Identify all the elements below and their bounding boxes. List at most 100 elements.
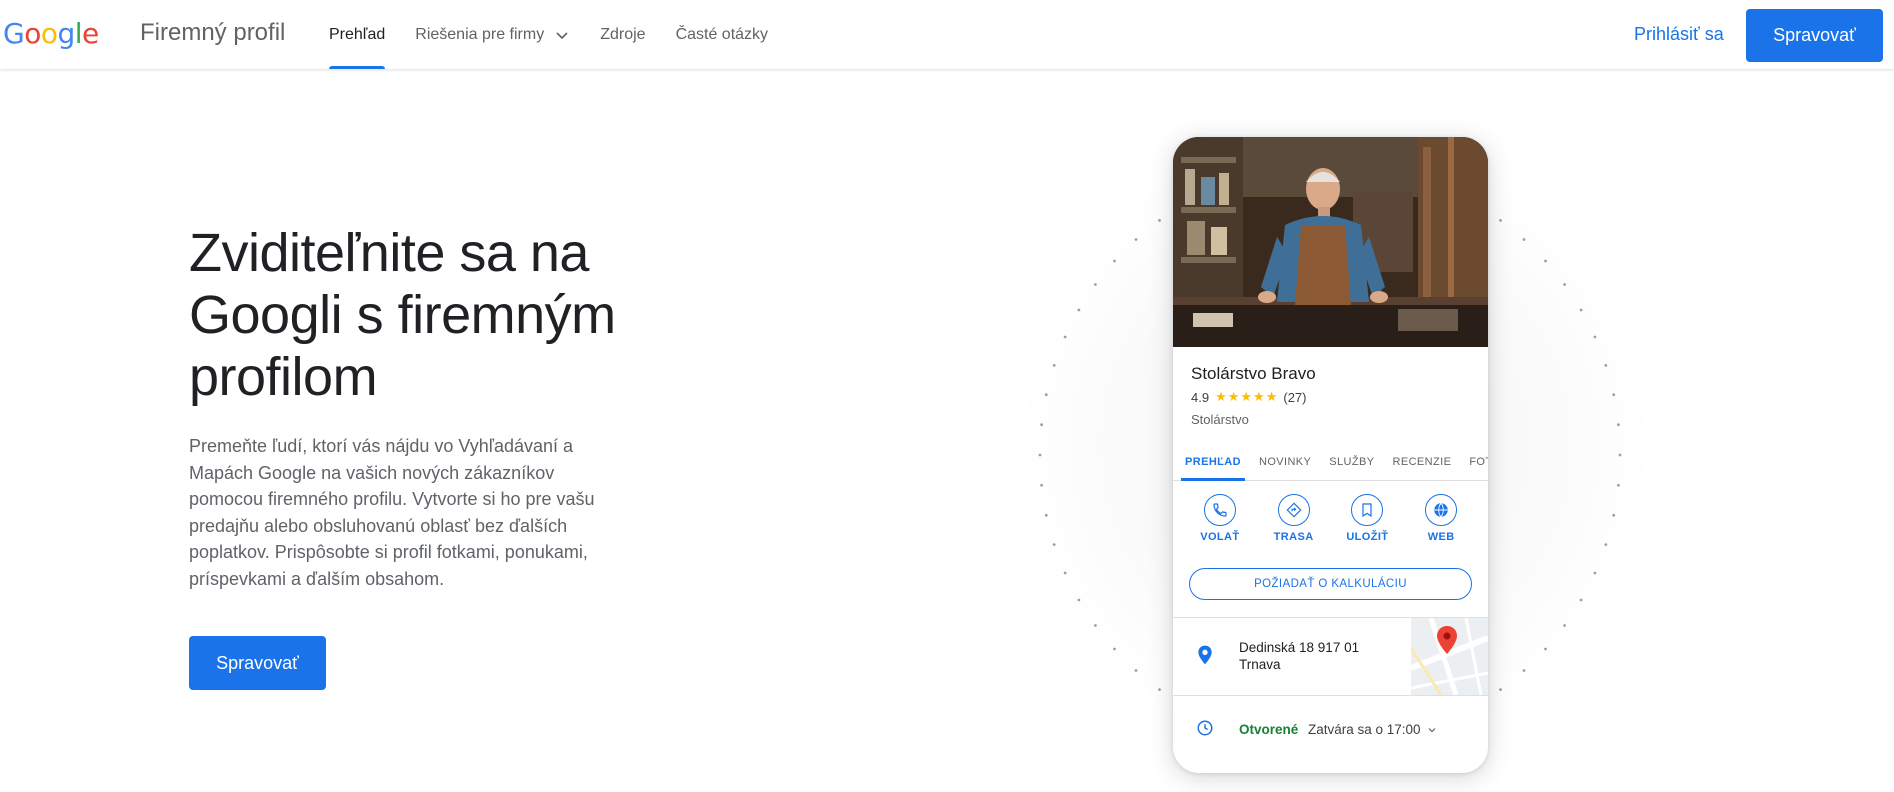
- decorative-dot: [1612, 393, 1616, 397]
- top-header: Google Firemný profil Prehľad Riešenia p…: [0, 0, 1894, 69]
- decorative-dot: [1604, 364, 1608, 367]
- decorative-dot: [1134, 238, 1138, 241]
- bookmark-icon: [1351, 494, 1384, 526]
- decorative-dot: [1579, 598, 1583, 602]
- logo-letter: G: [3, 17, 25, 50]
- decorative-dot: [1593, 571, 1597, 575]
- address-line-1: Dedinská 18 917 01: [1239, 640, 1360, 655]
- decorative-dot: [1052, 364, 1056, 367]
- decorative-dot: [1499, 688, 1502, 691]
- decorative-dot: [1522, 669, 1526, 672]
- decorative-dot-ring: [1038, 219, 1622, 691]
- google-logo[interactable]: Google: [3, 17, 99, 50]
- save-button[interactable]: ULOŽIŤ: [1337, 494, 1397, 554]
- decorative-dot: [1094, 624, 1097, 627]
- decorative-dot: [1563, 624, 1566, 627]
- decorative-dot: [1617, 423, 1620, 427]
- nav-item-label: Prehľad: [329, 25, 386, 43]
- address-row[interactable]: Dedinská 18 917 01 Trnava: [1173, 617, 1488, 696]
- save-label: ULOŽIŤ: [1346, 531, 1389, 543]
- nav-item-prehlad[interactable]: Prehľad: [329, 0, 386, 69]
- decorative-dot: [1040, 423, 1043, 427]
- decorative-dot: [1063, 571, 1067, 575]
- map-thumbnail[interactable]: [1411, 618, 1488, 695]
- clock-icon: [1197, 720, 1213, 736]
- star-rating-icon: ★★★★★: [1215, 389, 1279, 404]
- decorative-dot: [1593, 335, 1597, 339]
- decorative-dot: [1158, 219, 1161, 222]
- logo-letter: o: [24, 17, 41, 50]
- address-text: Dedinská 18 917 01 Trnava: [1239, 639, 1379, 673]
- signin-link[interactable]: Prihlásiť sa: [1634, 24, 1724, 45]
- nav-item-riesenia[interactable]: Riešenia pre firmy: [415, 0, 570, 69]
- action-buttons: VOLAŤ TRASA ULOŽIŤ WEB: [1173, 494, 1488, 554]
- rating-row[interactable]: 4.9 ★★★★★ (27): [1191, 389, 1306, 405]
- tab-novinky[interactable]: NOVINKY: [1253, 444, 1317, 480]
- decorative-dot: [1158, 688, 1161, 691]
- decorative-dot: [1134, 669, 1138, 672]
- decorative-dot: [1612, 513, 1616, 517]
- closing-time-dropdown[interactable]: Zatvára sa o 17:00: [1308, 722, 1438, 737]
- logo-letter: e: [82, 17, 99, 50]
- decorative-dot: [1063, 335, 1067, 339]
- manage-button-header[interactable]: Spravovať: [1746, 9, 1883, 62]
- directions-label: TRASA: [1273, 531, 1314, 543]
- globe-icon: [1425, 494, 1458, 526]
- logo-letter: o: [40, 17, 58, 50]
- decorative-dot: [1040, 483, 1043, 487]
- hours-row[interactable]: Otvorené Zatvára sa o 17:00: [1173, 694, 1488, 764]
- directions-icon: [1277, 494, 1310, 526]
- closing-time-text: Zatvára sa o 17:00: [1308, 722, 1421, 737]
- decorative-dot: [1094, 283, 1097, 286]
- call-label: VOLAŤ: [1200, 531, 1240, 543]
- open-status: Otvorené: [1239, 722, 1299, 737]
- decorative-dot: [1579, 308, 1583, 312]
- phone-icon: [1203, 494, 1236, 526]
- decorative-dot: [1052, 543, 1056, 546]
- decorative-dot: [1563, 283, 1566, 286]
- decorative-dot: [1038, 453, 1042, 457]
- tab-fotky[interactable]: FOTKY: [1463, 444, 1488, 480]
- nav-item-label: Riešenia pre firmy: [415, 25, 545, 43]
- tab-sluzby[interactable]: SLUŽBY: [1323, 444, 1380, 480]
- decorative-dot: [1544, 647, 1547, 651]
- review-count: (27): [1283, 389, 1307, 405]
- website-button[interactable]: WEB: [1411, 494, 1471, 554]
- profile-tabs: PREHĽAD NOVINKY SLUŽBY RECENZIE FOTKY: [1173, 444, 1488, 481]
- decorative-dot: [1617, 483, 1620, 487]
- decorative-dot: [1522, 238, 1526, 241]
- directions-button[interactable]: TRASA: [1264, 494, 1324, 554]
- decorative-dot: [1077, 308, 1081, 312]
- decorative-dot: [1618, 453, 1622, 457]
- decorative-dot: [1499, 219, 1502, 222]
- location-pin-icon: [1198, 645, 1212, 665]
- call-button[interactable]: VOLAŤ: [1190, 494, 1250, 554]
- decorative-dot: [1544, 259, 1547, 263]
- decorative-dot: [1044, 393, 1048, 397]
- business-profile-card: Stolárstvo Bravo 4.9 ★★★★★ (27) Stolárst…: [1173, 137, 1488, 773]
- decorative-dot: [1113, 259, 1116, 263]
- chevron-down-icon: [556, 31, 568, 39]
- nav-item-caste-otazky[interactable]: Časté otázky: [676, 0, 768, 69]
- chevron-down-icon: [1428, 727, 1436, 732]
- address-line-2: Trnava: [1239, 657, 1281, 672]
- decorative-dot: [1113, 647, 1116, 651]
- decorative-dot: [1077, 598, 1081, 602]
- rating-value: 4.9: [1191, 389, 1210, 405]
- decorative-dot: [1604, 543, 1608, 546]
- request-quote-button[interactable]: POŽIADAŤ O KALKULÁCIU: [1189, 568, 1472, 600]
- nav-item-label: Časté otázky: [675, 25, 769, 43]
- logo-letter: g: [57, 17, 75, 50]
- business-photo: [1173, 137, 1488, 347]
- product-name[interactable]: Firemný profil: [140, 19, 285, 47]
- business-name: Stolárstvo Bravo: [1191, 364, 1316, 383]
- website-label: WEB: [1427, 531, 1455, 543]
- nav-item-zdroje[interactable]: Zdroje: [600, 0, 645, 69]
- tab-prehlad[interactable]: PREHĽAD: [1179, 444, 1247, 481]
- logo-letter: l: [74, 17, 83, 50]
- business-category: Stolárstvo: [1191, 412, 1249, 427]
- decorative-dot: [1044, 513, 1048, 517]
- tab-recenzie[interactable]: RECENZIE: [1386, 444, 1457, 480]
- main-nav: Prehľad Riešenia pre firmy Zdroje Časté …: [329, 0, 798, 69]
- nav-item-label: Zdroje: [600, 25, 646, 43]
